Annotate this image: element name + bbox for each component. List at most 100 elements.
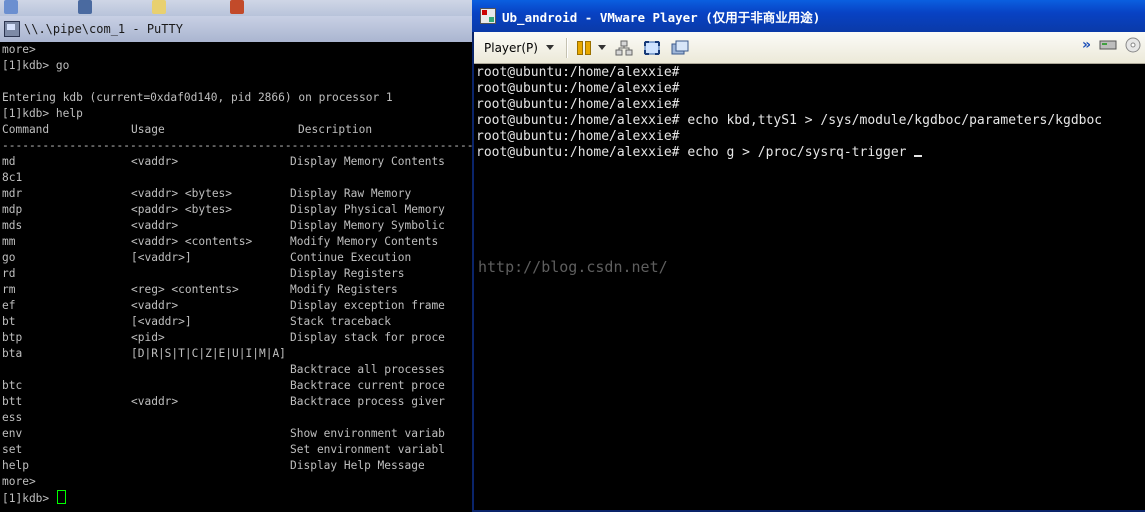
console-line: root@ubuntu:/home/alexxie# echo kbd,ttyS… xyxy=(476,113,1102,129)
kdb-cell-desc: Display Raw Memory xyxy=(290,187,412,200)
kdb-help-header: Command Usage Description xyxy=(2,122,472,138)
kdb-cell-cmd: env xyxy=(2,427,23,440)
kdb-command-row: ef <vaddr> Display exception frame xyxy=(2,298,472,314)
pause-icon xyxy=(576,40,592,55)
kdb-cell-usage: <vaddr> xyxy=(131,155,179,168)
desktop-background xyxy=(0,0,472,16)
console-line: root@ubuntu:/home/alexxie# xyxy=(476,97,680,113)
terminal-line: [1]kdb> go xyxy=(2,59,70,72)
console-line: root@ubuntu:/home/alexxie# xyxy=(476,129,680,145)
kdb-command-row: btc Backtrace current proce xyxy=(2,378,472,394)
kdb-cell-cmd: ess xyxy=(2,411,23,424)
kdb-header-command: Command xyxy=(2,123,50,136)
network-button[interactable] xyxy=(614,38,634,58)
kdb-cell-desc: Backtrace all processes xyxy=(290,363,445,376)
kdb-command-row: bt [<vaddr>] Stack traceback xyxy=(2,314,472,330)
kdb-command-row: go [<vaddr>] Continue Execution xyxy=(2,250,472,266)
kdb-command-row: mm <vaddr> <contents> Modify Memory Conten… xyxy=(2,234,472,250)
watermark-text: http://blog.csdn.net/ xyxy=(478,258,668,276)
terminal-prompt-line[interactable]: [1]kdb> xyxy=(2,490,66,506)
desktop-icon-2[interactable] xyxy=(78,0,92,14)
kdb-command-row: ess xyxy=(2,410,472,426)
toolbar-divider xyxy=(565,37,568,58)
kdb-header-description: Description xyxy=(298,123,373,136)
console-line: root@ubuntu:/home/alexxie# xyxy=(476,81,680,97)
disc-icon[interactable] xyxy=(1125,37,1141,53)
pause-button[interactable] xyxy=(576,38,606,58)
putty-icon[interactable] xyxy=(4,21,20,37)
kdb-cell-desc: Display exception frame xyxy=(290,299,445,312)
kdb-cell-desc: Continue Execution xyxy=(290,251,412,264)
vm-console-screen[interactable]: http://blog.csdn.net/ root@ubuntu:/home/… xyxy=(474,64,1145,510)
kdb-cell-desc: Display Memory Contents xyxy=(290,155,445,168)
kdb-cell-desc: Display Registers xyxy=(290,267,405,280)
desktop-icon-4[interactable] xyxy=(230,0,244,14)
text-cursor xyxy=(914,155,923,157)
kdb-cell-cmd: 8c1 xyxy=(2,171,23,184)
kdb-cell-usage: <vaddr> <contents> xyxy=(131,235,253,248)
kdb-cell-usage: [<vaddr>] xyxy=(131,315,192,328)
kdb-command-row: mdr <vaddr> <bytes> Display Raw Memory xyxy=(2,186,472,202)
kdb-command-row: help Display Help Message xyxy=(2,458,472,474)
player-menu-label: Player(P) xyxy=(484,40,538,55)
putty-window[interactable]: \\.\pipe\com_1 - PuTTY more> [1]kdb> go En… xyxy=(0,16,474,512)
kdb-cell-cmd: set xyxy=(2,443,23,456)
putty-titlebar[interactable]: \\.\pipe\com_1 - PuTTY xyxy=(0,16,474,42)
putty-terminal[interactable]: more> [1]kdb> go Entering kdb (current=0xd… xyxy=(0,42,474,512)
kdb-command-row: mds <vaddr> Display Memory Symbolic xyxy=(2,218,472,234)
kdb-cell-cmd: btt xyxy=(2,395,23,408)
kdb-command-row: Backtrace all processes xyxy=(2,362,472,378)
kdb-cell-desc: Set environment variabl xyxy=(290,443,445,456)
desktop-icon-3[interactable] xyxy=(152,0,166,14)
vmware-icon[interactable] xyxy=(480,8,496,24)
more-icon[interactable]: » xyxy=(1082,37,1091,53)
terminal-line: more> xyxy=(2,475,36,488)
kdb-command-row: md <vaddr> Display Memory Contents xyxy=(2,154,472,170)
kdb-cell-usage: [D|R|S|T|C|Z|E|U|I|M|A] xyxy=(131,347,286,360)
kdb-cell-cmd: btp xyxy=(2,331,23,344)
kdb-cell-cmd: md xyxy=(2,155,16,168)
kdb-cell-usage: [<vaddr>] xyxy=(131,251,192,264)
kdb-command-row: rd Display Registers xyxy=(2,266,472,282)
kdb-command-row: set Set environment variabl xyxy=(2,442,472,458)
kdb-command-row: btp <pid> Display stack for proce xyxy=(2,330,472,346)
player-menu-button[interactable]: Player(P) xyxy=(484,41,554,55)
kdb-command-row: env Show environment variab xyxy=(2,426,472,442)
chevron-down-icon xyxy=(545,45,554,50)
kdb-cell-cmd: mm xyxy=(2,235,16,248)
vmware-titlebar[interactable]: Ub_android - VMware Player (仅用于非商业用途) xyxy=(472,0,1145,32)
kdb-command-row: bta [D|R|S|T|C|Z|E|U|I|M|A] xyxy=(2,346,472,362)
kdb-cell-cmd: btc xyxy=(2,379,23,392)
terminal-line: more> xyxy=(2,43,36,56)
unity-icon xyxy=(671,40,689,54)
console-line-text: root@ubuntu:/home/alexxie# xyxy=(476,81,680,96)
kdb-cell-cmd: ef xyxy=(2,299,16,312)
vmware-toolbar: Player(P) » xyxy=(474,32,1145,64)
kdb-cell-desc: Display Memory Symbolic xyxy=(290,219,445,232)
chevron-down-icon[interactable] xyxy=(597,45,606,50)
vmware-player-window[interactable]: Ub_android - VMware Player (仅用于非商业用途) Pl… xyxy=(472,0,1145,512)
kdb-cell-desc: Modify Memory Contents xyxy=(290,235,439,248)
kdb-cell-cmd: bt xyxy=(2,315,16,328)
kdb-cell-cmd: help xyxy=(2,459,29,472)
kdb-cell-usage: <reg> <contents> xyxy=(131,283,239,296)
kdb-prompt: [1]kdb> xyxy=(2,492,56,505)
toolbar-right-group: » xyxy=(1082,37,1141,53)
kdb-cell-desc: Backtrace current proce xyxy=(290,379,445,392)
desktop-icon-1[interactable] xyxy=(4,0,18,14)
kdb-cell-desc: Stack traceback xyxy=(290,315,392,328)
text-cursor xyxy=(56,490,66,504)
unity-button[interactable] xyxy=(670,38,690,58)
kdb-cell-desc: Display Help Message xyxy=(290,459,425,472)
kdb-cell-desc: Display Physical Memory xyxy=(290,203,445,216)
kdb-cell-cmd: mdr xyxy=(2,187,23,200)
vmware-window-title: Ub_android - VMware Player (仅用于非商业用途) xyxy=(502,9,821,25)
kdb-cell-desc: Modify Registers xyxy=(290,283,398,296)
kdb-cell-usage: <vaddr> xyxy=(131,395,179,408)
kdb-cell-usage: <pid> xyxy=(131,331,165,344)
console-line-text: root@ubuntu:/home/alexxie# xyxy=(476,65,680,80)
removable-device-icon[interactable] xyxy=(1099,37,1117,53)
kdb-cell-cmd: go xyxy=(2,251,16,264)
fullscreen-button[interactable] xyxy=(642,38,662,58)
console-line-text: root@ubuntu:/home/alexxie# echo g > /pro… xyxy=(476,145,915,160)
